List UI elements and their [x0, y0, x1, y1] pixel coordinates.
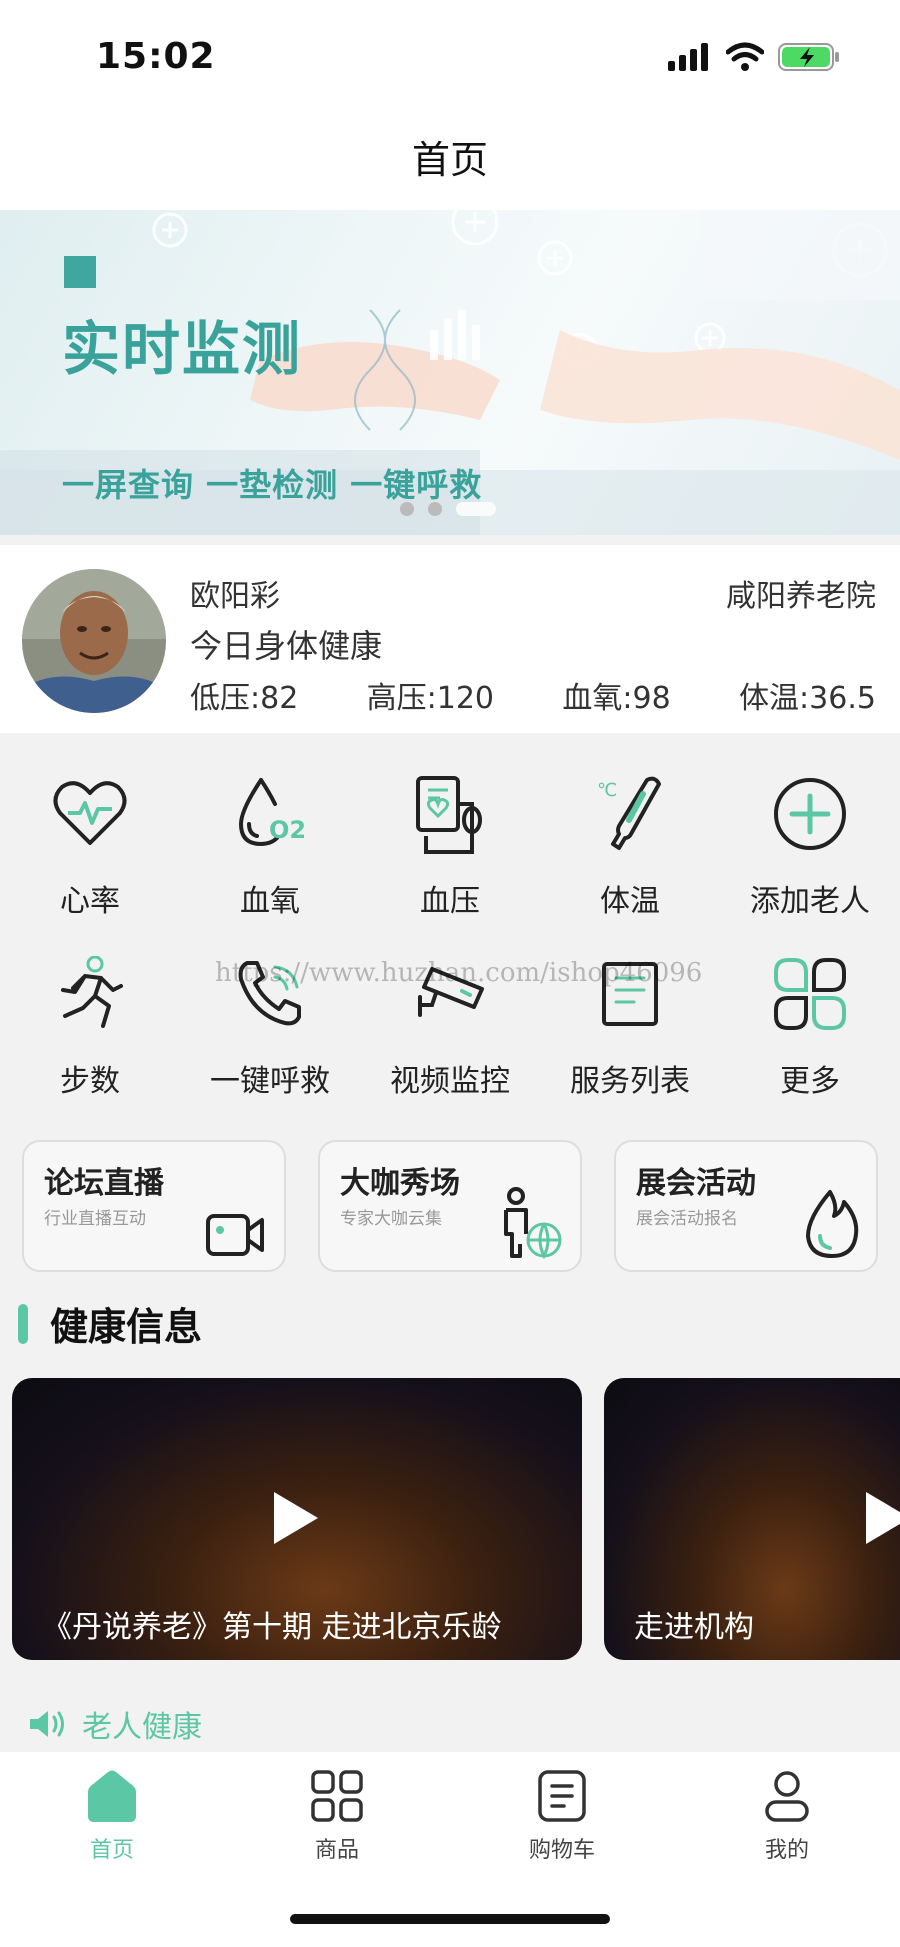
pagination-dot-active[interactable]	[456, 502, 496, 516]
svg-text:℃: ℃	[597, 780, 617, 801]
card-title: 大咖秀场	[340, 1166, 460, 1201]
speaker-icon	[30, 1711, 64, 1737]
grid-item-steps[interactable]: 步数	[0, 940, 180, 1120]
card-subtitle: 展会活动报名	[636, 1209, 738, 1229]
low-pressure-stat: 低压:82	[190, 681, 299, 716]
status-time: 15:02	[96, 36, 216, 77]
blood-pressure-icon	[408, 772, 492, 856]
organization-name: 咸阳养老院	[726, 579, 876, 614]
card-title: 论坛直播	[44, 1166, 164, 1201]
grid-icon	[311, 1770, 363, 1822]
grid-item-add-elder[interactable]: 添加老人	[720, 760, 900, 940]
tab-label: 商品	[314, 1838, 359, 1863]
running-icon	[48, 952, 132, 1036]
add-circle-icon	[768, 772, 852, 856]
nav-bar: 首页	[0, 110, 900, 210]
vital-stats: 低压:82 高压:120 血氧:98 体温:36.5	[190, 673, 876, 717]
elder-profile-card[interactable]: 欧阳彩 咸阳养老院 今日身体健康 低压:82 高压:120 血氧:98 体温:3…	[0, 545, 900, 733]
card-expert-show[interactable]: 大咖秀场 专家大咖云集	[318, 1140, 582, 1272]
banner-headline: 实时监测	[62, 315, 303, 383]
tab-label: 购物车	[528, 1838, 595, 1863]
blood-oxygen-stat: 血氧:98	[562, 681, 671, 716]
section-accent-bar	[18, 1303, 28, 1344]
video-card[interactable]: 走进机构	[604, 1378, 900, 1660]
video-carousel: 《丹说养老》第十期 走进北京乐龄 走进机构	[12, 1378, 900, 1660]
grid-label: 服务列表	[570, 1064, 690, 1099]
grid-label: 体温	[600, 884, 660, 919]
elder-name: 欧阳彩	[190, 579, 280, 614]
status-bar: 15:02	[0, 0, 900, 110]
user-icon	[765, 1771, 809, 1822]
flame-icon	[806, 1190, 859, 1258]
card-subtitle: 行业直播互动	[44, 1209, 146, 1229]
home-indicator	[290, 1914, 610, 1924]
notice-text: 老人健康	[82, 1710, 202, 1745]
avatar[interactable]	[22, 569, 166, 713]
feature-cards: 论坛直播 行业直播互动 大咖秀场 专家大咖云集 展会活动 展会活动报名	[22, 1140, 878, 1272]
signal-icon	[668, 43, 708, 71]
grid-label: 心率	[60, 884, 120, 919]
temperature-stat: 体温:36.5	[739, 681, 876, 716]
more-icon	[768, 952, 852, 1036]
grid-label: 血氧	[240, 884, 300, 919]
heart-rate-icon	[48, 772, 132, 856]
card-forum-live[interactable]: 论坛直播 行业直播互动	[22, 1140, 286, 1272]
grid-label: 步数	[60, 1064, 120, 1099]
card-subtitle: 专家大咖云集	[340, 1209, 442, 1229]
grid-row: 心率 O2 血氧 血压 ℃ 体温 添加老人	[0, 760, 900, 940]
grid-item-blood-pressure[interactable]: 血压	[360, 760, 540, 940]
video-title: 《丹说养老》第十期 走进北京乐龄	[42, 1610, 502, 1645]
card-title: 展会活动	[636, 1166, 756, 1201]
tab-bar: 首页 商品 购物车 我的	[0, 1752, 900, 1947]
section-title: 健康信息	[50, 1305, 203, 1349]
expert-globe-icon	[504, 1187, 562, 1260]
tab-home[interactable]: 首页	[52, 1768, 172, 1864]
pagination-dot[interactable]	[428, 502, 442, 516]
banner-subline: 一屏查询 一垫检测 一键呼救	[62, 466, 483, 504]
pagination-dot[interactable]	[400, 502, 414, 516]
banner-pagination	[400, 502, 496, 516]
grid-label: 添加老人	[750, 884, 870, 919]
tab-cart[interactable]: 购物车	[502, 1768, 622, 1864]
video-card[interactable]: 《丹说养老》第十期 走进北京乐龄	[12, 1378, 582, 1660]
high-pressure-stat: 高压:120	[366, 681, 495, 716]
grid-item-blood-oxygen[interactable]: O2 血氧	[180, 760, 360, 940]
function-grid: 心率 O2 血氧 血压 ℃ 体温 添加老人 步数 一键呼救 视频监控 服务列表 …	[0, 760, 900, 1120]
grid-label: 视频监控	[390, 1064, 510, 1099]
tab-label: 我的	[764, 1838, 809, 1863]
banner-carousel[interactable]: 实时监测 一屏查询 一垫检测 一键呼救	[0, 210, 900, 535]
section-header: 健康信息	[18, 1296, 202, 1351]
battery-charging-icon	[778, 43, 839, 71]
card-exhibition[interactable]: 展会活动 展会活动报名	[614, 1140, 878, 1272]
tab-products[interactable]: 商品	[277, 1768, 397, 1864]
tab-mine[interactable]: 我的	[727, 1768, 847, 1864]
cart-list-icon	[538, 1770, 586, 1822]
blood-oxygen-icon: O2	[228, 772, 312, 856]
home-icon	[88, 1770, 136, 1822]
banner-square-mark	[64, 256, 96, 288]
play-icon[interactable]	[862, 1488, 900, 1548]
page-title: 首页	[411, 138, 488, 182]
grid-label: 一键呼救	[210, 1064, 330, 1099]
thermometer-icon: ℃	[588, 772, 672, 856]
health-status: 今日身体健康	[190, 627, 383, 665]
video-title: 走进机构	[634, 1610, 754, 1645]
watermark-text: https://www.huzhan.com/ishop46096	[215, 958, 703, 988]
grid-item-more[interactable]: 更多	[720, 940, 900, 1120]
video-camera-icon	[206, 1214, 264, 1256]
svg-text:O2: O2	[269, 816, 305, 844]
play-icon[interactable]	[270, 1488, 322, 1548]
status-icons	[668, 42, 840, 72]
tab-label: 首页	[89, 1838, 134, 1863]
notice-bar[interactable]: 老人健康	[28, 1702, 202, 1746]
grid-label: 血压	[420, 884, 480, 919]
grid-item-temperature[interactable]: ℃ 体温	[540, 760, 720, 940]
grid-label: 更多	[780, 1064, 840, 1099]
wifi-icon	[726, 42, 764, 71]
grid-item-heart-rate[interactable]: 心率	[0, 760, 180, 940]
